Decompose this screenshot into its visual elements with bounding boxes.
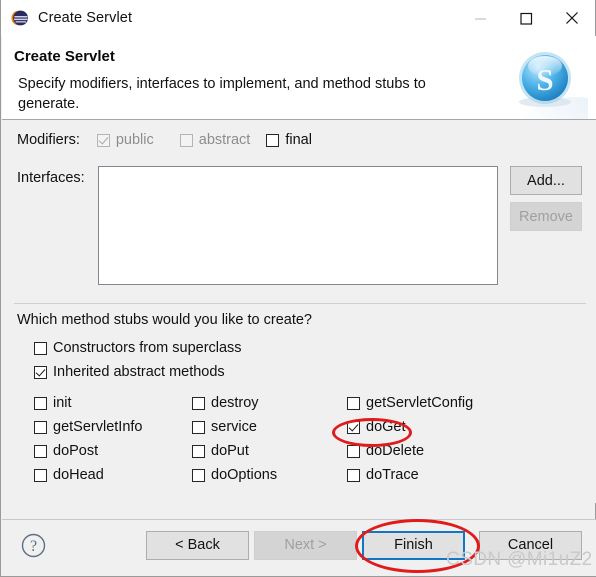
checkbox-label: public	[115, 132, 154, 148]
checkbox-label: Inherited abstract methods	[53, 364, 225, 380]
checkbox-label: doTrace	[366, 467, 419, 483]
help-icon[interactable]: ?	[20, 532, 47, 559]
checkbox-label: doHead	[53, 467, 104, 483]
checkbox-getservletinfo[interactable]: getServletInfo	[34, 419, 192, 435]
checkbox-box	[192, 444, 205, 458]
checkbox-label: destroy	[211, 395, 259, 411]
remove-interface-button[interactable]: Remove	[510, 202, 582, 231]
checkbox-label: final	[285, 132, 312, 148]
checkbox-box	[347, 396, 360, 410]
checkbox-box	[266, 133, 280, 147]
checkbox-label: init	[53, 395, 72, 411]
modifiers-row: Modifiers: public abstract final	[17, 132, 312, 148]
checkbox-final[interactable]: final	[266, 132, 312, 148]
close-icon[interactable]	[549, 0, 595, 36]
checkbox-dohead[interactable]: doHead	[34, 467, 192, 483]
checkbox-label: doDelete	[366, 443, 425, 459]
checkbox-box	[347, 420, 360, 434]
cancel-button[interactable]: Cancel	[479, 531, 582, 560]
dialog-body: Modifiers: public abstract final Interfa…	[2, 120, 596, 503]
checkbox-dopost[interactable]: doPost	[34, 443, 192, 459]
checkbox-box	[179, 133, 193, 147]
checkbox-label: getServletConfig	[366, 395, 474, 411]
checkbox-constructors-from-superclass[interactable]: Constructors from superclass	[34, 340, 242, 356]
checkbox-getservletconfig[interactable]: getServletConfig	[347, 395, 534, 411]
svg-text:S: S	[536, 62, 553, 97]
checkbox-box	[34, 365, 47, 379]
checkbox-box	[192, 420, 205, 434]
svg-text:?: ?	[30, 538, 37, 555]
title-bar: Create Servlet	[1, 0, 595, 36]
minimize-icon[interactable]	[457, 0, 503, 36]
maximize-icon[interactable]	[503, 0, 549, 36]
checkbox-label: doPost	[53, 443, 99, 459]
next-button[interactable]: Next >	[254, 531, 357, 560]
wizard-header: Create Servlet Specify modifiers, interf…	[2, 36, 596, 120]
checkbox-box	[192, 468, 205, 482]
checkbox-box	[347, 468, 360, 482]
checkbox-box	[347, 444, 360, 458]
checkbox-box	[34, 420, 47, 434]
interfaces-label: Interfaces:	[17, 170, 85, 186]
checkbox-public[interactable]: public	[96, 132, 154, 148]
page-title: Create Servlet	[14, 48, 115, 65]
checkbox-label: doPut	[211, 443, 249, 459]
finish-button[interactable]: Finish	[362, 531, 465, 560]
checkbox-label: doGet	[366, 419, 406, 435]
eclipse-icon	[11, 9, 29, 27]
add-interface-button[interactable]: Add...	[510, 166, 582, 195]
checkbox-label: doOptions	[211, 467, 278, 483]
checkbox-doput[interactable]: doPut	[192, 443, 347, 459]
page-description: Specify modifiers, interfaces to impleme…	[18, 76, 426, 112]
modifiers-label: Modifiers:	[17, 132, 80, 148]
back-button[interactable]: < Back	[146, 531, 249, 560]
checkbox-label: abstract	[198, 132, 251, 148]
window-title: Create Servlet	[38, 10, 133, 26]
checkbox-destroy[interactable]: destroy	[192, 395, 347, 411]
section-separator	[14, 303, 586, 304]
dialog-footer: ? < Back Next > Finish Cancel	[2, 520, 596, 576]
checkbox-label: service	[211, 419, 257, 435]
create-servlet-dialog: Create Servlet Create Servlet Specify mo…	[0, 0, 596, 577]
interfaces-list[interactable]	[98, 166, 498, 285]
checkbox-dodelete[interactable]: doDelete	[347, 443, 534, 459]
checkbox-abstract[interactable]: abstract	[179, 132, 251, 148]
checkbox-box	[34, 444, 47, 458]
checkbox-inherited-abstract-methods[interactable]: Inherited abstract methods	[34, 364, 225, 380]
checkbox-service[interactable]: service	[192, 419, 347, 435]
method-stubs-question: Which method stubs would you like to cre…	[17, 312, 312, 328]
checkbox-box	[34, 396, 47, 410]
checkbox-dooptions[interactable]: doOptions	[192, 467, 347, 483]
checkbox-label: getServletInfo	[53, 419, 143, 435]
checkbox-label: Constructors from superclass	[53, 340, 242, 356]
checkbox-dotrace[interactable]: doTrace	[347, 467, 534, 483]
checkbox-box	[34, 468, 47, 482]
checkbox-doget[interactable]: doGet	[347, 419, 534, 435]
servlet-s-icon: S	[502, 40, 588, 119]
method-stubs-grid: init destroy getServletConfig getServlet…	[34, 395, 534, 483]
window-controls	[457, 0, 595, 36]
checkbox-box	[34, 341, 47, 355]
checkbox-box	[192, 396, 205, 410]
checkbox-init[interactable]: init	[34, 395, 192, 411]
checkbox-box	[96, 133, 110, 147]
